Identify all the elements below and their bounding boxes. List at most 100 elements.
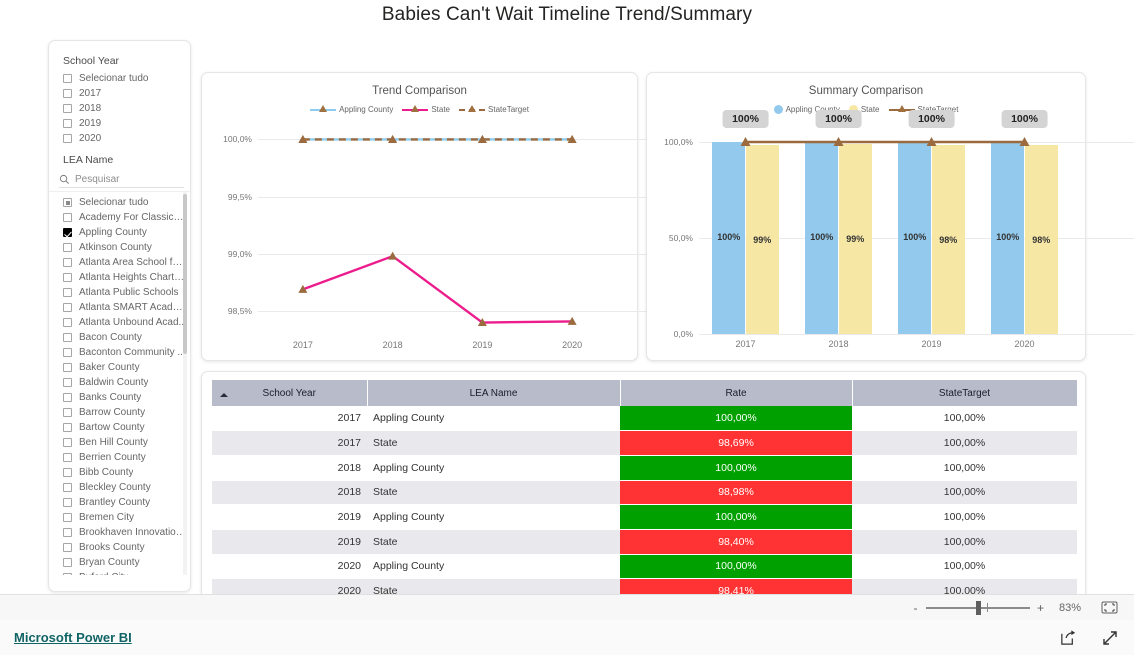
checkbox-icon[interactable] (63, 543, 72, 552)
checkbox-icon[interactable] (63, 528, 72, 537)
trend-chart-legend[interactable]: Appling County State StateTarget (202, 104, 637, 114)
school-year-item[interactable]: 2017 (49, 86, 190, 101)
slicer-item-label: Bacon County (79, 332, 142, 343)
checkbox-icon[interactable] (63, 74, 72, 83)
legend-label: State (431, 104, 451, 114)
lea-name-item[interactable]: Brantley County (49, 495, 190, 510)
school-year-item[interactable]: 2018 (49, 101, 190, 116)
lea-name-item[interactable]: Brooks County (49, 540, 190, 555)
table-row[interactable]: 2017 State 98,69% 100,00% (212, 430, 1077, 456)
checkbox-icon[interactable] (63, 228, 72, 237)
y-axis-tick-label: 98,5% (227, 306, 252, 317)
checkbox-icon[interactable] (63, 258, 72, 267)
checkbox-icon[interactable] (63, 498, 72, 507)
zoom-out-button[interactable]: - (911, 601, 920, 615)
lea-name-item[interactable]: Bleckley County (49, 480, 190, 495)
checkbox-icon[interactable] (63, 393, 72, 402)
lea-name-item[interactable]: Berrien County (49, 450, 190, 465)
x-axis-tick-label: 2020 (562, 340, 583, 350)
lea-scrollbar-thumb[interactable] (183, 194, 187, 354)
checkbox-icon[interactable] (63, 318, 72, 327)
checkbox-icon[interactable] (63, 513, 72, 522)
checkbox-icon[interactable] (63, 303, 72, 312)
lea-name-item[interactable]: Appling County (49, 225, 190, 240)
lea-name-item[interactable]: Atlanta Public Schools (49, 285, 190, 300)
table-header-lea-name[interactable]: LEA Name (367, 380, 621, 406)
lea-name-item[interactable]: Atlanta Area School for... (49, 255, 190, 270)
checkbox-icon[interactable] (63, 378, 72, 387)
fit-to-page-icon[interactable] (1101, 601, 1118, 614)
checkbox-icon[interactable] (63, 408, 72, 417)
lea-name-item[interactable]: Brookhaven Innovation... (49, 525, 190, 540)
table-row[interactable]: 2018 Appling County 100,00% 100,00% (212, 455, 1077, 481)
zoom-slider[interactable] (926, 600, 1030, 615)
checkbox-icon[interactable] (63, 468, 72, 477)
table-row[interactable]: 2017 Appling County 100,00% 100,00% (212, 406, 1077, 432)
lea-name-item[interactable]: Baldwin County (49, 375, 190, 390)
checkbox-icon[interactable] (63, 243, 72, 252)
power-bi-link[interactable]: Microsoft Power BI (14, 630, 132, 645)
checkbox-icon[interactable] (63, 558, 72, 567)
legend-item-statetarget[interactable]: StateTarget (459, 104, 529, 114)
checkbox-icon[interactable] (63, 483, 72, 492)
checkbox-icon[interactable] (63, 363, 72, 372)
lea-name-item[interactable]: Atlanta Unbound Acad... (49, 315, 190, 330)
lea-name-item[interactable]: Bibb County (49, 465, 190, 480)
lea-name-item[interactable]: Bryan County (49, 555, 190, 570)
table-row[interactable]: 2019 Appling County 100,00% 100,00% (212, 504, 1077, 530)
lea-name-item[interactable]: Baconton Community ... (49, 345, 190, 360)
lea-name-item[interactable]: Atkinson County (49, 240, 190, 255)
table-row[interactable]: 2020 Appling County 100,00% 100,00% (212, 554, 1077, 580)
zoom-control[interactable]: - + (911, 600, 1045, 615)
zoom-in-button[interactable]: + (1036, 601, 1045, 615)
checkbox-icon[interactable] (63, 198, 72, 207)
lea-name-item[interactable]: Bartow County (49, 420, 190, 435)
checkbox-icon[interactable] (63, 134, 72, 143)
legend-item-state[interactable]: State (402, 104, 450, 114)
lea-name-item[interactable]: Selecionar tudo (49, 195, 190, 210)
checkbox-icon[interactable] (63, 273, 72, 282)
table-row[interactable]: 2019 State 98,40% 100,00% (212, 529, 1077, 555)
school-year-item[interactable]: 2020 (49, 131, 190, 146)
lea-name-item[interactable]: Bremen City (49, 510, 190, 525)
lea-name-item[interactable]: Banks County (49, 390, 190, 405)
slicer-item-label: Berrien County (79, 452, 146, 463)
checkbox-icon[interactable] (63, 453, 72, 462)
table-row[interactable]: 2018 State 98,98% 100,00% (212, 480, 1077, 506)
lea-name-slicer-list[interactable]: Selecionar tudo Academy For Classical ...… (49, 191, 190, 575)
table-header-row[interactable]: School Year LEA Name Rate StateTarget (212, 380, 1078, 406)
slicer-item-label: Buford City (79, 572, 128, 575)
checkbox-icon[interactable] (63, 119, 72, 128)
share-icon[interactable] (1059, 628, 1078, 647)
checkbox-icon[interactable] (63, 89, 72, 98)
table-header-rate[interactable]: Rate (620, 380, 853, 406)
legend-item-appling-county[interactable]: Appling County (310, 104, 393, 114)
school-year-item[interactable]: 2019 (49, 116, 190, 131)
school-year-item[interactable]: Selecionar tudo (49, 71, 190, 86)
cell-school-year: 2017 (212, 430, 367, 456)
fullscreen-icon[interactable] (1100, 628, 1120, 648)
checkbox-icon[interactable] (63, 438, 72, 447)
checkbox-icon[interactable] (63, 333, 72, 342)
cell-rate: 98,69% (620, 430, 852, 456)
lea-name-item[interactable]: Barrow County (49, 405, 190, 420)
lea-name-item[interactable]: Academy For Classical ... (49, 210, 190, 225)
checkbox-icon[interactable] (63, 423, 72, 432)
checkbox-icon[interactable] (63, 213, 72, 222)
zoom-slider-thumb[interactable] (976, 600, 981, 615)
lea-name-item[interactable]: Buford City (49, 570, 190, 575)
lea-name-item[interactable]: Bacon County (49, 330, 190, 345)
checkbox-icon[interactable] (63, 104, 72, 113)
lea-name-item[interactable]: Atlanta SMART Academy (49, 300, 190, 315)
lea-name-item[interactable]: Ben Hill County (49, 435, 190, 450)
checkbox-icon[interactable] (63, 288, 72, 297)
lea-name-item[interactable]: Atlanta Heights Charter... (49, 270, 190, 285)
table-header-statetarget[interactable]: StateTarget (852, 380, 1078, 406)
table-header-school-year[interactable]: School Year (212, 380, 368, 406)
checkbox-icon[interactable] (63, 573, 72, 575)
lea-search-input[interactable]: Pesquisar (59, 172, 184, 188)
school-year-slicer-list[interactable]: Selecionar tudo 2017 2018 2019 2020 (49, 71, 190, 146)
checkbox-icon[interactable] (63, 348, 72, 357)
zoom-slider-tick (987, 602, 988, 612)
lea-name-item[interactable]: Baker County (49, 360, 190, 375)
